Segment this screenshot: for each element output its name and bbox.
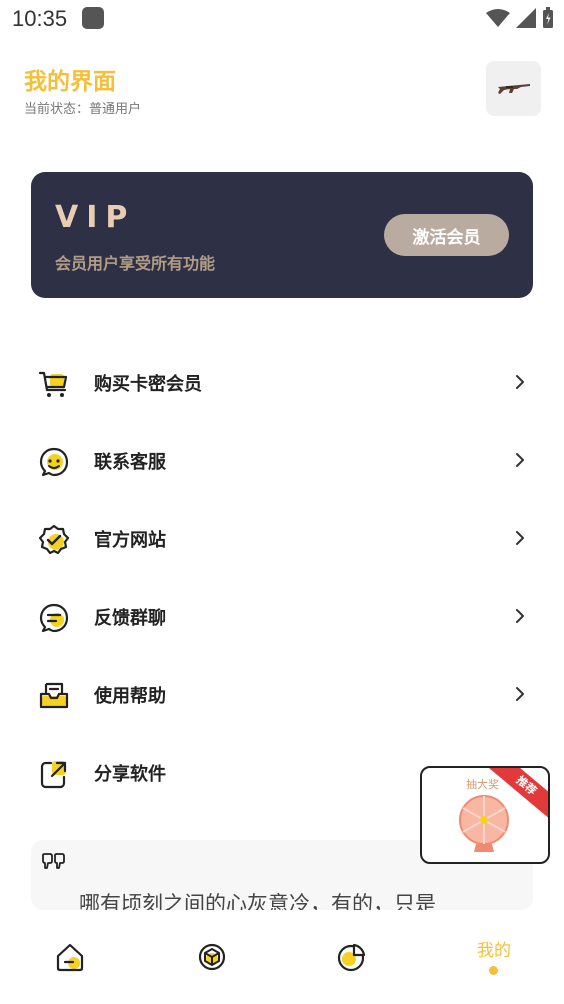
- status-time: 10:35: [12, 6, 68, 31]
- menu-item-official-site[interactable]: 官方网站: [0, 500, 564, 578]
- message-icon: [39, 603, 69, 633]
- menu-item-help[interactable]: 使用帮助: [0, 656, 564, 734]
- quote-text: 哪有顷刻之间的心灰意冷，有的，只是: [79, 892, 436, 910]
- prize-wheel-icon: [459, 795, 509, 852]
- inbox-icon: [39, 682, 69, 709]
- nav-mine-label: 我的: [477, 941, 511, 961]
- cube-icon: [198, 943, 226, 971]
- nav-stats[interactable]: [322, 932, 382, 992]
- lottery-label: 抽大奖: [466, 778, 499, 791]
- bottom-nav: 我的: [0, 910, 564, 1004]
- share-icon: [40, 761, 67, 789]
- nav-mine[interactable]: 我的: [464, 932, 524, 992]
- active-indicator: [489, 966, 498, 975]
- home-icon: [56, 943, 84, 972]
- menu-item-customer-service[interactable]: 联系客服: [0, 422, 564, 500]
- activate-vip-button[interactable]: 激活会员: [384, 214, 509, 256]
- menu-item-label: 联系客服: [94, 452, 166, 473]
- lottery-widget[interactable]: 抽大奖 推荐: [420, 766, 550, 864]
- page-title: 我的界面: [24, 69, 116, 95]
- menu-item-label: 使用帮助: [94, 686, 166, 707]
- chat-face-icon: [39, 447, 69, 477]
- pie-chart-icon: [337, 943, 366, 972]
- user-status-text: 当前状态：普通用户: [24, 102, 142, 117]
- verified-badge-icon: [38, 524, 70, 555]
- menu-item-buy-card[interactable]: 购买卡密会员: [0, 344, 564, 422]
- chevron-right-icon: [516, 531, 524, 545]
- chevron-right-icon: [516, 375, 524, 389]
- nav-home[interactable]: [40, 932, 100, 992]
- cart-icon: [38, 371, 68, 397]
- chevron-right-icon: [516, 609, 524, 623]
- status-indicators: [486, 7, 554, 29]
- rifle-icon: [497, 83, 530, 94]
- vip-description: 会员用户享受所有功能: [55, 254, 216, 273]
- menu-item-feedback-group[interactable]: 反馈群聊: [0, 578, 564, 656]
- chevron-right-icon: [516, 687, 524, 701]
- battery-icon: [543, 7, 553, 28]
- avatar[interactable]: [486, 61, 541, 116]
- menu-item-label: 反馈群聊: [94, 608, 166, 629]
- menu-item-label: 官方网站: [94, 530, 166, 551]
- signal-icon: [516, 8, 536, 28]
- nav-discover[interactable]: [182, 932, 242, 992]
- chevron-right-icon: [516, 453, 524, 467]
- vip-card: VIP 会员用户享受所有功能 激活会员: [31, 172, 533, 298]
- wifi-icon: [486, 9, 510, 27]
- vip-title: VIP: [55, 200, 136, 235]
- menu-item-label: 购买卡密会员: [94, 374, 202, 395]
- menu-item-label: 分享软件: [94, 764, 166, 785]
- notification-icon: [82, 7, 104, 29]
- status-bar: 10:35: [0, 0, 564, 40]
- quote-icon: [42, 853, 65, 869]
